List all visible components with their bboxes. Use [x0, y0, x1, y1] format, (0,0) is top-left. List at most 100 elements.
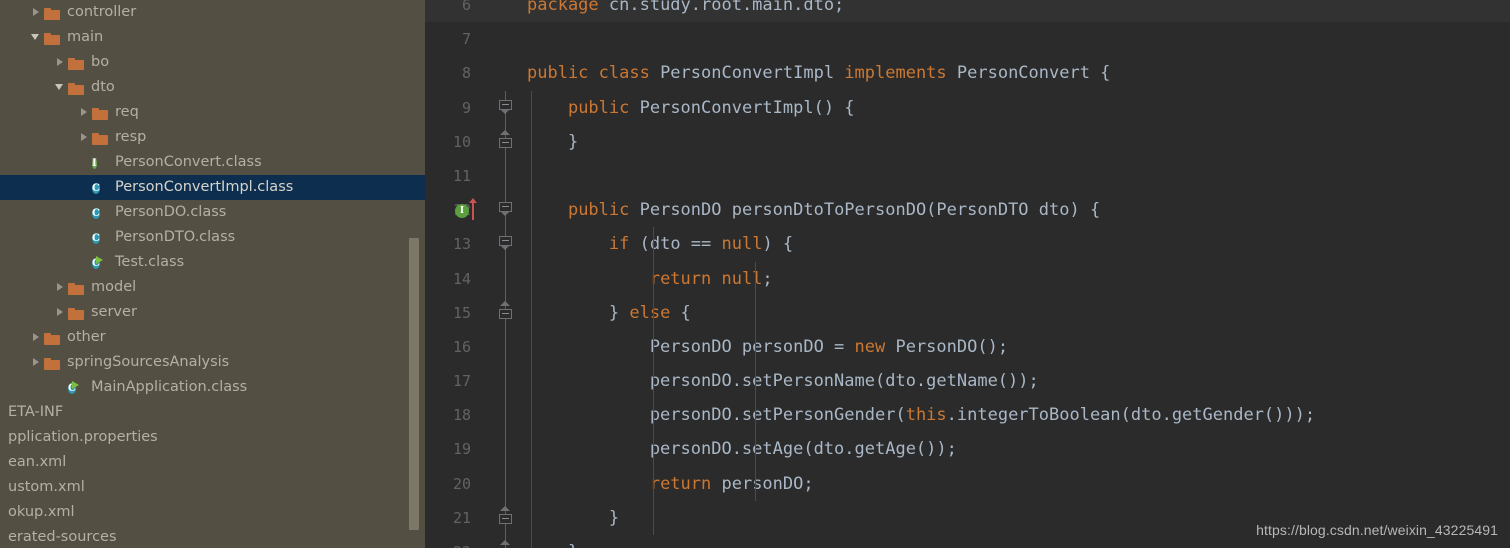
gutter[interactable]: [473, 329, 519, 365]
tree-item-persondto-class[interactable]: C PersonDTO.class: [0, 225, 425, 250]
indent-guide: [755, 432, 756, 467]
tree-item-ustom-xml[interactable]: ustom.xml: [0, 475, 425, 500]
editor-panel[interactable]: 6 package cn.study.root.main.dto; 7 8 public…: [425, 0, 1510, 548]
fold-start-icon[interactable]: [499, 202, 513, 217]
tree-item-resp[interactable]: resp: [0, 125, 425, 150]
gutter[interactable]: [473, 124, 519, 159]
gutter[interactable]: [473, 295, 519, 330]
fold-start-icon[interactable]: [499, 99, 513, 115]
gutter[interactable]: [473, 158, 519, 194]
code-line[interactable]: 20 return personDO;: [425, 466, 1510, 501]
indent-guide: [653, 364, 654, 399]
fold-start-icon[interactable]: [499, 236, 513, 251]
chevron-right-icon[interactable]: [54, 50, 68, 75]
tree-item-erated-sources[interactable]: erated-sources: [0, 525, 425, 548]
tree-item-model[interactable]: model: [0, 275, 425, 300]
code-line[interactable]: 13 if (dto == null) {: [425, 227, 1510, 262]
ide-window: controller main bo dto req resp I PersonConvert…: [0, 0, 1510, 548]
gutter[interactable]: [473, 466, 519, 501]
code-line[interactable]: 19 personDO.setAge(dto.getAge());: [425, 432, 1510, 467]
code-line[interactable]: 17 personDO.setPersonName(dto.getName())…: [425, 364, 1510, 399]
gutter[interactable]: [473, 261, 519, 296]
folder-icon: [68, 81, 85, 95]
code-text: if (dto == null) {: [519, 227, 1510, 262]
indent-guide: [653, 295, 654, 330]
gutter[interactable]: [473, 500, 519, 535]
fold-end-icon[interactable]: [499, 129, 513, 149]
gutter[interactable]: [473, 398, 519, 433]
chevron-right-icon[interactable]: [78, 125, 92, 150]
chevron-right-icon[interactable]: [54, 275, 68, 300]
tree-item-eta-inf[interactable]: ETA-INF: [0, 400, 425, 425]
gutter[interactable]: [473, 432, 519, 467]
tree-item-mainapplication-class[interactable]: C MainApplication.class: [0, 375, 425, 400]
gutter[interactable]: [473, 364, 519, 399]
code-line[interactable]: 7: [425, 22, 1510, 56]
code-line[interactable]: 9 public PersonConvertImpl() {: [425, 90, 1510, 125]
code-line[interactable]: 10 }: [425, 124, 1510, 159]
tree-item-personconvert-class[interactable]: I PersonConvert.class: [0, 150, 425, 175]
tree-item-test-class[interactable]: C Test.class: [0, 250, 425, 275]
code-line[interactable]: 8 public class PersonConvertImpl implemen…: [425, 56, 1510, 90]
tree-item-controller[interactable]: controller: [0, 0, 425, 25]
tree-item-personconvertimpl-class[interactable]: C PersonConvertImpl.class: [0, 175, 425, 200]
tree-item-label: bo: [91, 54, 110, 70]
code-line[interactable]: 6 package cn.study.root.main.dto;: [425, 0, 1510, 23]
tree-item-pplication-properties[interactable]: pplication.properties: [0, 425, 425, 450]
tree-item-server[interactable]: server: [0, 300, 425, 325]
code-token: package: [527, 0, 609, 15]
line-number: 17: [452, 372, 471, 391]
tree-item-persondo-class[interactable]: C PersonDO.class: [0, 200, 425, 225]
chevron-right-icon[interactable]: [54, 300, 68, 325]
implements-method-icon[interactable]: I: [455, 198, 489, 221]
tree-item-okup-xml[interactable]: okup.xml: [0, 500, 425, 525]
indent-guide: [755, 261, 756, 296]
chevron-right-icon[interactable]: [30, 0, 44, 25]
code-text: return personDO;: [519, 466, 1510, 501]
chevron-right-icon[interactable]: [30, 325, 44, 350]
indent-guide: [653, 398, 654, 433]
tree-item-icon-wrap: C: [92, 225, 115, 250]
fold-end-icon[interactable]: [499, 505, 513, 525]
code-line[interactable]: 11: [425, 158, 1510, 194]
chevron-right-icon[interactable]: [78, 100, 92, 125]
gutter[interactable]: [473, 227, 519, 262]
chevron-down-icon[interactable]: [54, 75, 68, 100]
tree-item-bo[interactable]: bo: [0, 50, 425, 75]
gutter[interactable]: I: [455, 193, 519, 228]
indent-guide: [653, 227, 654, 262]
gutter[interactable]: [473, 56, 519, 90]
code-token: PersonDO personDtoToPersonDO(PersonDTO d…: [639, 200, 1101, 221]
project-tree-panel[interactable]: controller main bo dto req resp I PersonConvert…: [0, 0, 425, 548]
sidebar-vertical-scrollbar[interactable]: [409, 238, 419, 530]
code-line[interactable]: 14 return null;: [425, 261, 1510, 296]
code-line[interactable]: 12I public PersonDO personDtoToPersonDO(…: [425, 193, 1510, 228]
fold-minus-icon: [502, 312, 509, 314]
gutter[interactable]: [473, 535, 519, 548]
chevron-right-icon[interactable]: [30, 350, 44, 375]
fold-rail: [505, 261, 506, 296]
code-content[interactable]: 6 package cn.study.root.main.dto; 7 8 public…: [425, 0, 1510, 548]
code-line[interactable]: 18 personDO.setPersonGender(this.integer…: [425, 398, 1510, 433]
chevron-down-icon[interactable]: [30, 25, 44, 50]
tree-item-other[interactable]: other: [0, 325, 425, 350]
tree-item-req[interactable]: req: [0, 100, 425, 125]
gutter[interactable]: [473, 90, 519, 125]
tree-item-label: Test.class: [115, 254, 185, 270]
code-line[interactable]: 15 } else {: [425, 295, 1510, 330]
gutter[interactable]: [473, 0, 519, 22]
tree-item-springsourcesanalysis[interactable]: springSourcesAnalysis: [0, 350, 425, 375]
tree-item-main[interactable]: main: [0, 25, 425, 50]
fold-end-icon[interactable]: [499, 300, 513, 320]
tree-item-ean-xml[interactable]: ean.xml: [0, 450, 425, 475]
fold-end-icon[interactable]: [499, 540, 513, 548]
tree-item-dto[interactable]: dto: [0, 75, 425, 100]
gutter[interactable]: [473, 22, 519, 56]
code-line[interactable]: 16 PersonDO personDO = new PersonDO();: [425, 329, 1510, 365]
project-tree[interactable]: controller main bo dto req resp I PersonConvert…: [0, 0, 425, 548]
run-arrow-icon: [71, 381, 79, 389]
fold-tip: [500, 108, 510, 114]
